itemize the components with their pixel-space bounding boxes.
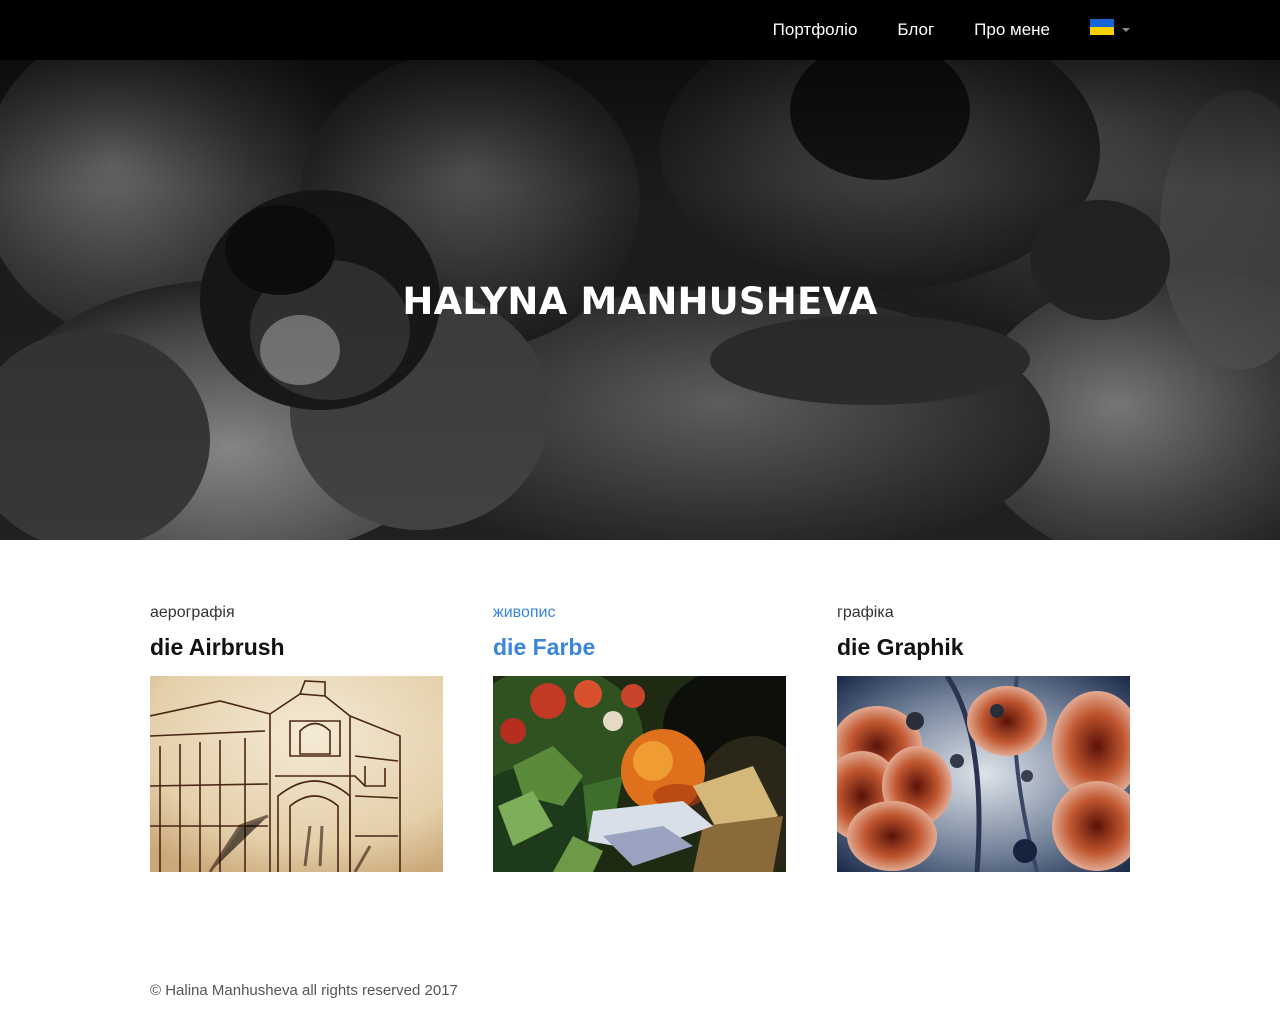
hero-orchid-image [0,0,1280,540]
ukraine-flag-icon [1090,19,1114,35]
category-card-painting[interactable]: живопис die Farbe [493,600,786,872]
footer-copyright: © Halina Manhusheva all rights reserved … [150,982,458,999]
building-sketch-image [150,676,443,872]
category-title[interactable]: die Farbe [493,632,786,662]
nav-link-portfolio[interactable]: Портфоліо [773,20,858,40]
caret-down-icon [1122,28,1130,32]
nav-menu: Портфоліо Блог Про мене [773,0,1130,60]
top-navbar: Портфоліо Блог Про мене [0,0,1280,60]
category-card-graphics[interactable]: графіка die Graphik [837,600,1130,872]
nav-link-about[interactable]: Про мене [974,20,1050,40]
category-image-painting[interactable] [493,676,786,872]
category-title[interactable]: die Airbrush [150,632,443,662]
category-subtitle: аерографія [150,604,235,621]
language-dropdown[interactable] [1090,19,1130,41]
page-title: HALYNA MANHUSHEVA [402,280,878,323]
category-image-airbrush[interactable] [150,676,443,872]
category-title[interactable]: die Graphik [837,632,1130,662]
category-card-airbrush[interactable]: аерографія die Airbrush [150,600,443,872]
orchid-airbrush-image [837,676,1130,872]
portfolio-categories: аерографія die Airbrush живопис die Farb… [150,600,1130,880]
nav-link-blog[interactable]: Блог [897,20,934,40]
category-subtitle: графіка [837,604,894,621]
hero-banner: HALYNA MANHUSHEVA [0,0,1280,540]
still-life-painting-image [493,676,786,872]
category-image-graphics[interactable] [837,676,1130,872]
category-subtitle: живопис [493,604,556,621]
